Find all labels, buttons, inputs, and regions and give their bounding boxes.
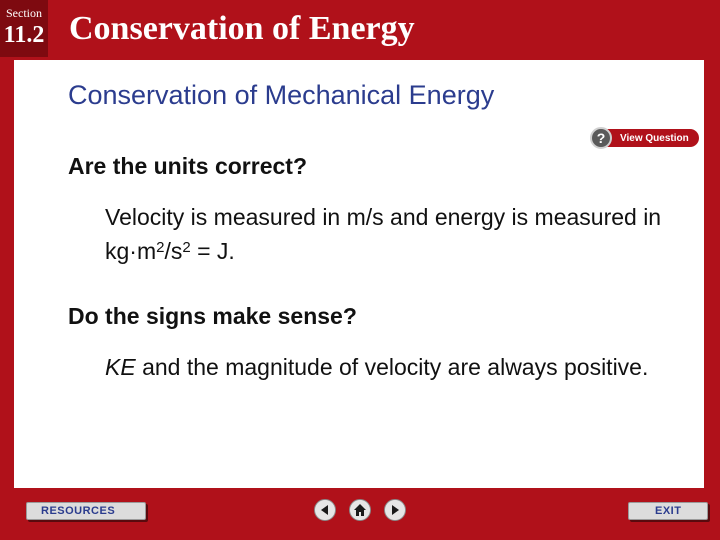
slide-title: Conservation of Mechanical Energy (68, 80, 495, 110)
previous-button[interactable] (314, 499, 336, 521)
answer-units-sup-2: 2 (182, 239, 191, 256)
frame-right (704, 60, 720, 540)
view-question-label: View Question (606, 129, 699, 147)
frame-left (0, 60, 14, 490)
question-mark-icon: ? (590, 127, 612, 149)
answer-signs: KE and the magnitude of velocity are alw… (105, 350, 675, 384)
content-panel (14, 60, 704, 488)
answer-units: Velocity is measured in m/s and energy i… (105, 200, 675, 268)
answer-signs-term: KE (105, 354, 136, 380)
exit-button[interactable]: EXIT (628, 502, 708, 520)
section-number: 11.2 (3, 22, 45, 48)
header-bar: Section 11.2 Conservation of Energy (0, 0, 720, 60)
answer-units-text-2: /s (164, 238, 183, 264)
next-button[interactable] (384, 499, 406, 521)
section-box: Section 11.2 (0, 0, 48, 57)
question-signs: Do the signs make sense? (68, 303, 357, 329)
answer-signs-text: and the magnitude of velocity are always… (135, 354, 649, 380)
answer-units-text-3: = J. (190, 238, 235, 264)
home-icon (354, 504, 366, 516)
resources-button[interactable]: RESOURCES (26, 502, 146, 520)
home-button[interactable] (349, 499, 371, 521)
header-title: Conservation of Energy (69, 10, 415, 47)
section-label: Section (6, 6, 42, 20)
question-units: Are the units correct? (68, 153, 307, 179)
view-question-button[interactable]: ? View Question (590, 127, 699, 149)
left-arrow-icon (321, 505, 328, 515)
right-arrow-icon (392, 505, 399, 515)
